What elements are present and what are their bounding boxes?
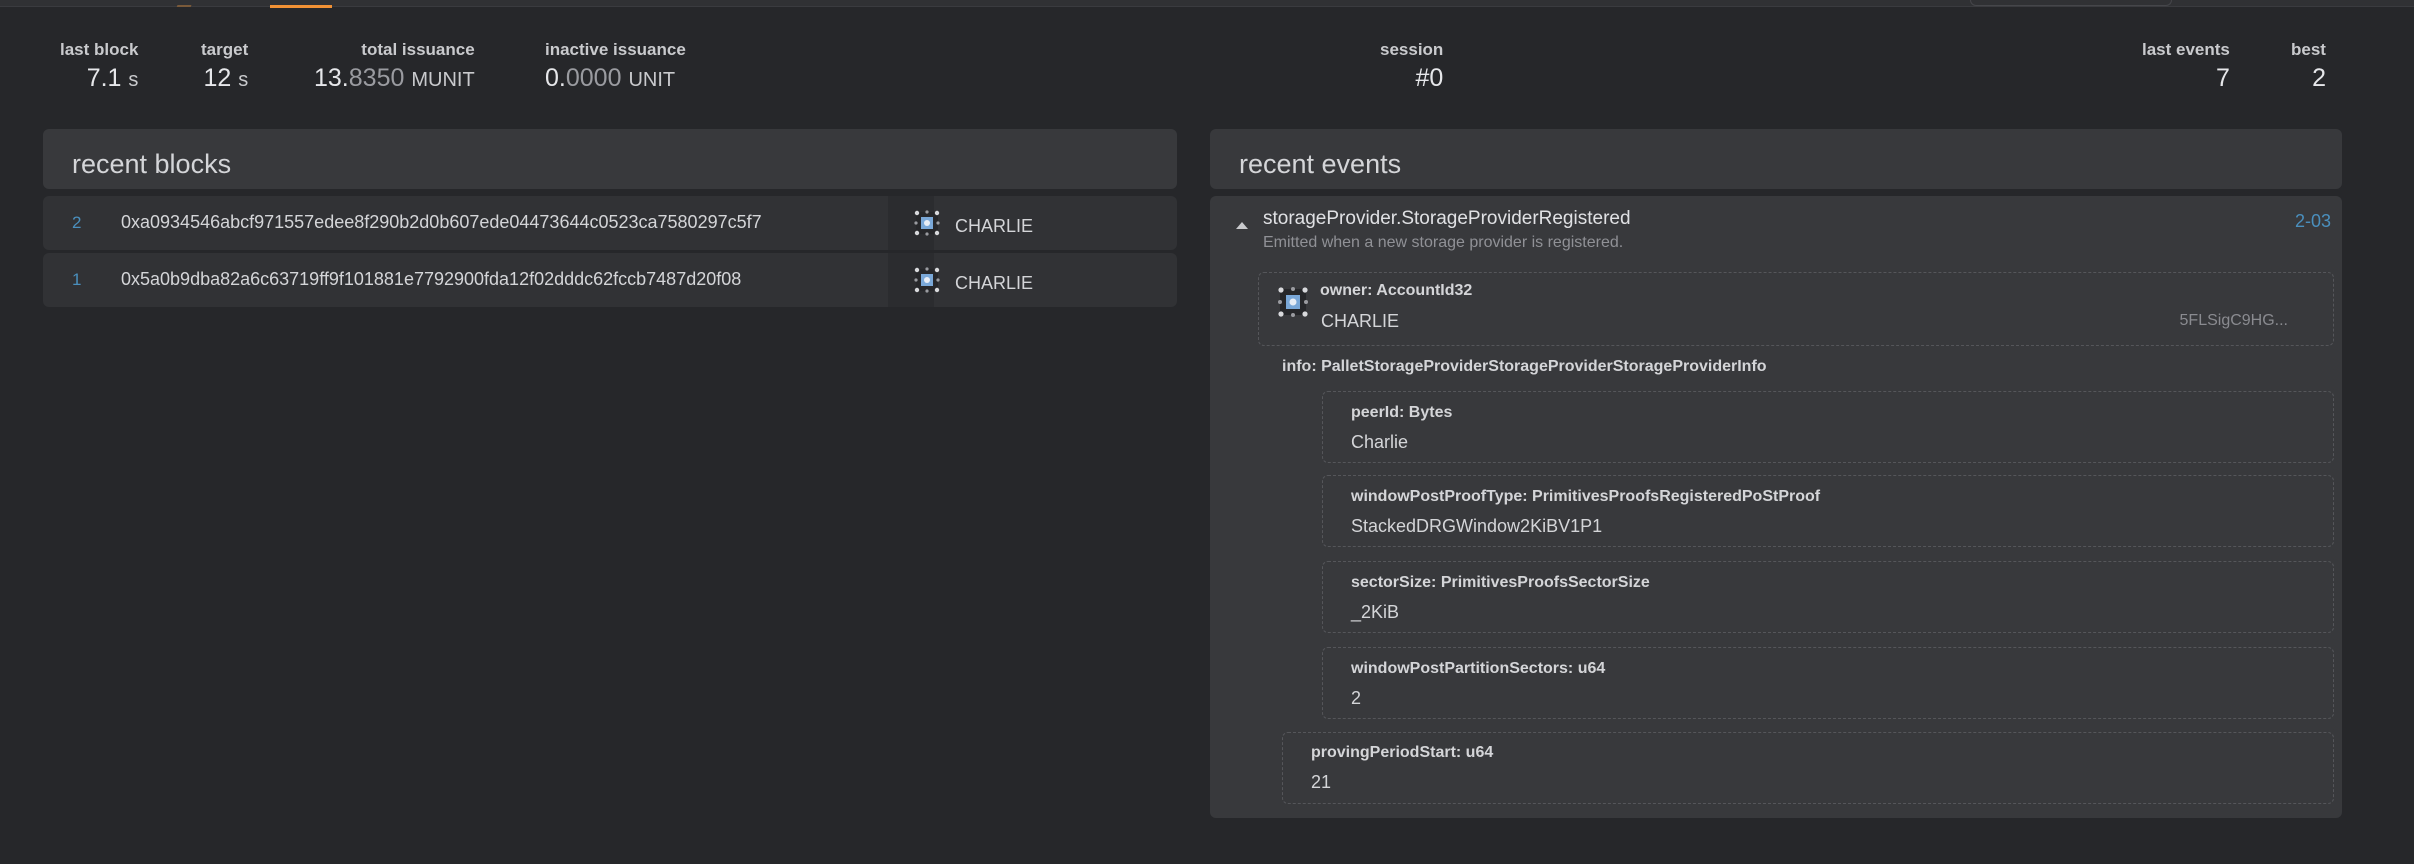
block-hash: 0xa0934546abcf971557edee8f290b2d0b607ede… bbox=[121, 212, 762, 232]
stat-value: 2 bbox=[2312, 64, 2326, 92]
param-label: windowPostProofType: PrimitivesProofsReg… bbox=[1351, 488, 1821, 505]
stat-total-issuance: total issuance 13.8350 MUNIT bbox=[314, 40, 475, 93]
chain-summary: last block 7.1 s target 12 s total issua… bbox=[0, 40, 2414, 100]
stat-value: 13.8350 MUNIT bbox=[314, 64, 475, 92]
param-value: StackedDRGWindow2KiBV1P1 bbox=[1351, 516, 1603, 536]
block-row[interactable]: 1 0x5a0b9dba82a6c63719ff9f101881e7792900… bbox=[43, 253, 1177, 307]
event-description: Emitted when a new storage provider is r… bbox=[1263, 234, 1624, 251]
event-id-link[interactable]: 2-03 bbox=[2295, 211, 2331, 232]
stat-inactive-issuance: inactive issuance 0.0000 UNIT bbox=[545, 40, 686, 93]
param-label: peerId: Bytes bbox=[1351, 404, 1453, 421]
block-row[interactable]: 2 0xa0934546abcf971557edee8f290b2d0b607e… bbox=[43, 196, 1177, 250]
stat-session: session #0 bbox=[1380, 40, 1443, 93]
stat-value: 0.0000 UNIT bbox=[545, 64, 676, 92]
info-field: windowPostPartitionSectors: u64 2 bbox=[1322, 647, 2334, 719]
nav-tab-partial[interactable] bbox=[176, 0, 194, 7]
param-label: owner: AccountId32 bbox=[1320, 282, 1473, 299]
stat-value: #0 bbox=[1415, 64, 1444, 92]
identicon-icon bbox=[1278, 287, 1308, 317]
block-number-link[interactable]: 1 bbox=[72, 270, 81, 290]
param-value: 2 bbox=[1351, 688, 1362, 708]
param-label: provingPeriodStart: u64 bbox=[1311, 744, 1494, 761]
info-field: peerId: Bytes Charlie bbox=[1322, 391, 2334, 463]
stat-value: 7.1 s bbox=[86, 64, 139, 92]
stat-label: inactive issuance bbox=[545, 40, 686, 59]
stat-last-block: last block 7.1 s bbox=[60, 40, 138, 93]
param-label: sectorSize: PrimitivesProofsSectorSize bbox=[1351, 574, 1650, 591]
top-nav-edge bbox=[0, 0, 2414, 8]
recent-blocks-title: recent blocks bbox=[72, 149, 232, 179]
info-field-proving: provingPeriodStart: u64 21 bbox=[1282, 732, 2334, 804]
nav-search-partial[interactable] bbox=[1970, 0, 2172, 6]
stat-label: best bbox=[2291, 40, 2326, 59]
info-field: sectorSize: PrimitivesProofsSectorSize _… bbox=[1322, 561, 2334, 633]
event-item: storageProvider.StorageProviderRegistere… bbox=[1210, 196, 2342, 818]
stat-label: total issuance bbox=[361, 40, 475, 59]
stat-last-events: last events 7 bbox=[2142, 40, 2230, 93]
identicon-icon bbox=[914, 210, 940, 236]
param-value[interactable]: CHARLIE bbox=[1321, 311, 1399, 332]
identicon-icon bbox=[914, 267, 940, 293]
collapse-caret-icon[interactable] bbox=[1236, 222, 1248, 229]
stat-label: last block bbox=[60, 40, 139, 59]
stat-value: 7 bbox=[2215, 64, 2230, 92]
event-name[interactable]: storageProvider.StorageProviderRegistere… bbox=[1263, 208, 1631, 230]
param-info-label: info: PalletStorageProviderStorageProvid… bbox=[1282, 358, 1767, 375]
stat-label: session bbox=[1380, 40, 1444, 59]
stat-value: 12 s bbox=[203, 64, 249, 92]
param-value: Charlie bbox=[1351, 432, 1409, 452]
account-address[interactable]: 5FLSigC9HG... bbox=[2180, 312, 2288, 330]
stat-label: last events bbox=[2142, 40, 2230, 59]
param-owner: owner: AccountId32 CHARLIE 5FLSigC9HG... bbox=[1258, 272, 2334, 346]
block-number-link[interactable]: 2 bbox=[72, 213, 81, 233]
active-tab-indicator bbox=[270, 5, 332, 8]
info-field: windowPostProofType: PrimitivesProofsReg… bbox=[1322, 475, 2334, 547]
stat-target: target 12 s bbox=[201, 40, 248, 93]
block-author[interactable]: CHARLIE bbox=[955, 273, 1033, 294]
block-hash: 0x5a0b9dba82a6c63719ff9f101881e7792900fd… bbox=[121, 269, 742, 289]
block-author[interactable]: CHARLIE bbox=[955, 216, 1033, 237]
param-value: 21 bbox=[1311, 772, 1332, 792]
param-value: _2KiB bbox=[1351, 602, 1400, 622]
recent-events-header: recent events bbox=[1210, 129, 2342, 189]
recent-events-title: recent events bbox=[1239, 149, 1402, 179]
stat-label: target bbox=[201, 40, 249, 59]
recent-blocks-header: recent blocks bbox=[43, 129, 1177, 189]
stat-best: best 2 bbox=[2291, 40, 2326, 93]
param-label: windowPostPartitionSectors: u64 bbox=[1351, 660, 1606, 677]
